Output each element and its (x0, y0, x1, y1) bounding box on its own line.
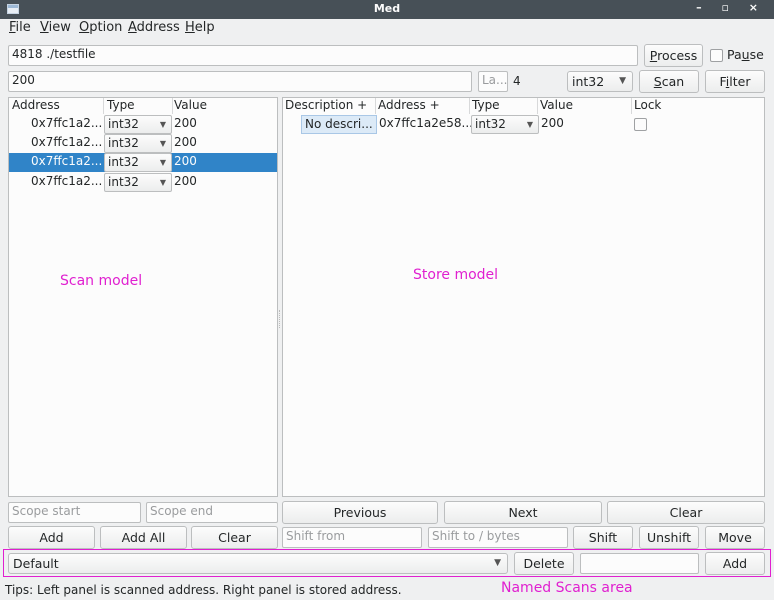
scan-size: 4 (513, 74, 521, 88)
store-row-value[interactable]: 200 (541, 116, 564, 130)
store-model-panel: Description + Address + Type Value Lock … (282, 97, 765, 497)
store-row-type-select[interactable]: int32 ▼ (471, 115, 539, 134)
window-controls[interactable]: – ▫ × (696, 1, 766, 14)
scan-row-address: 0x7ffc1a2... (31, 174, 103, 188)
menu-address[interactable]: Address (128, 20, 180, 35)
process-button[interactable]: Process (644, 44, 703, 67)
scan-row-type-select[interactable]: int32 ▼ (104, 173, 172, 192)
store-model-annotation: Store model (413, 267, 499, 283)
scan-row-value[interactable]: 200 (174, 154, 197, 168)
title-bar: Med – ▫ × (0, 0, 774, 19)
add-all-button[interactable]: Add All (100, 526, 187, 549)
unshift-button[interactable]: Unshift (639, 526, 699, 549)
scan-model-annotation: Scan model (60, 273, 143, 289)
menu-bar: File View Option Address Help (0, 19, 774, 38)
chevron-down-icon: ▼ (526, 120, 533, 129)
named-scan-delete-button[interactable]: Delete (514, 552, 574, 575)
scan-row-type-select[interactable]: int32 ▼ (104, 134, 172, 153)
scan-row-address: 0x7ffc1a2... (31, 154, 103, 168)
store-header-address[interactable]: Address + (378, 98, 440, 114)
scan-row-address: 0x7ffc1a2... (31, 135, 103, 149)
scan-row-value[interactable]: 200 (174, 116, 197, 130)
process-field[interactable]: 4818 ./testfile (8, 45, 638, 66)
scan-button[interactable]: Scan (639, 70, 699, 93)
chevron-down-icon: ▼ (159, 158, 166, 167)
scan-type-select[interactable]: int32 ▼ (567, 71, 633, 92)
pause-checkbox[interactable] (710, 49, 723, 62)
add-button[interactable]: Add (8, 526, 95, 549)
named-scan-add-button[interactable]: Add (705, 552, 765, 575)
store-row[interactable]: No descri... 0x7ffc1a2e58... int32 ▼ 200 (283, 115, 764, 134)
scope-end-input[interactable]: Scope end (146, 502, 278, 523)
chevron-down-icon: ▼ (159, 178, 166, 187)
store-header-value[interactable]: Value (540, 98, 573, 114)
shift-button[interactable]: Shift (573, 526, 633, 549)
scan-row-type-select[interactable]: int32 ▼ (104, 153, 172, 172)
scan-row-type-select[interactable]: int32 ▼ (104, 115, 172, 134)
named-scans-annotation: Named Scans area (501, 580, 633, 596)
previous-button[interactable]: Previous (282, 501, 438, 524)
shift-to-input[interactable]: Shift to / bytes (428, 527, 568, 548)
store-row-address[interactable]: 0x7ffc1a2e58... (379, 116, 473, 130)
scan-row[interactable]: 0x7ffc1a2... int32 ▼ 200 (9, 134, 277, 153)
store-clear-button[interactable]: Clear (607, 501, 765, 524)
pause-label: Pause (727, 47, 764, 62)
store-header-type[interactable]: Type (472, 98, 500, 114)
menu-view[interactable]: View (40, 20, 71, 35)
scan-clear-button[interactable]: Clear (191, 526, 278, 549)
shift-from-input[interactable]: Shift from (282, 527, 422, 548)
named-scan-name-input[interactable] (580, 553, 699, 574)
scan-row[interactable]: 0x7ffc1a2... int32 ▼ 200 (9, 115, 277, 134)
scan-model-panel: Address Type Value 0x7ffc1a2... int32 ▼ 2… (8, 97, 278, 497)
filter-button[interactable]: Filter (705, 70, 765, 93)
scan-header-address[interactable]: Address (12, 98, 60, 114)
chevron-down-icon: ▼ (619, 76, 626, 86)
chevron-down-icon: ▼ (494, 558, 501, 568)
menu-option[interactable]: Option (79, 20, 122, 35)
scan-row-value[interactable]: 200 (174, 135, 197, 149)
scan-row[interactable]: 0x7ffc1a2... int32 ▼ 200 (9, 173, 277, 192)
next-button[interactable]: Next (444, 501, 602, 524)
store-row-lock-checkbox[interactable] (634, 118, 647, 131)
chevron-down-icon: ▼ (159, 139, 166, 148)
named-scan-select[interactable]: Default ▼ (8, 553, 508, 574)
move-button[interactable]: Move (705, 526, 765, 549)
scan-row-address: 0x7ffc1a2... (31, 116, 103, 130)
menu-help[interactable]: Help (185, 20, 215, 35)
tips-text: Tips: Left panel is scanned address. Rig… (5, 583, 402, 597)
last-digits-input[interactable]: La... (478, 71, 508, 92)
chevron-down-icon: ▼ (159, 120, 166, 129)
scope-start-input[interactable]: Scope start (8, 502, 141, 523)
scan-value-input[interactable]: 200 (8, 71, 472, 92)
store-header-description[interactable]: Description + (285, 98, 367, 114)
menu-file[interactable]: File (9, 20, 31, 35)
window-title: Med (373, 2, 401, 15)
scan-header-value[interactable]: Value (174, 98, 207, 114)
scan-row-value[interactable]: 200 (174, 174, 197, 188)
store-header-lock[interactable]: Lock (634, 98, 661, 114)
store-row-description[interactable]: No descri... (301, 115, 377, 134)
scan-header-type[interactable]: Type (107, 98, 135, 114)
scan-row-selected[interactable]: 0x7ffc1a2... int32 ▼ 200 (9, 153, 277, 172)
